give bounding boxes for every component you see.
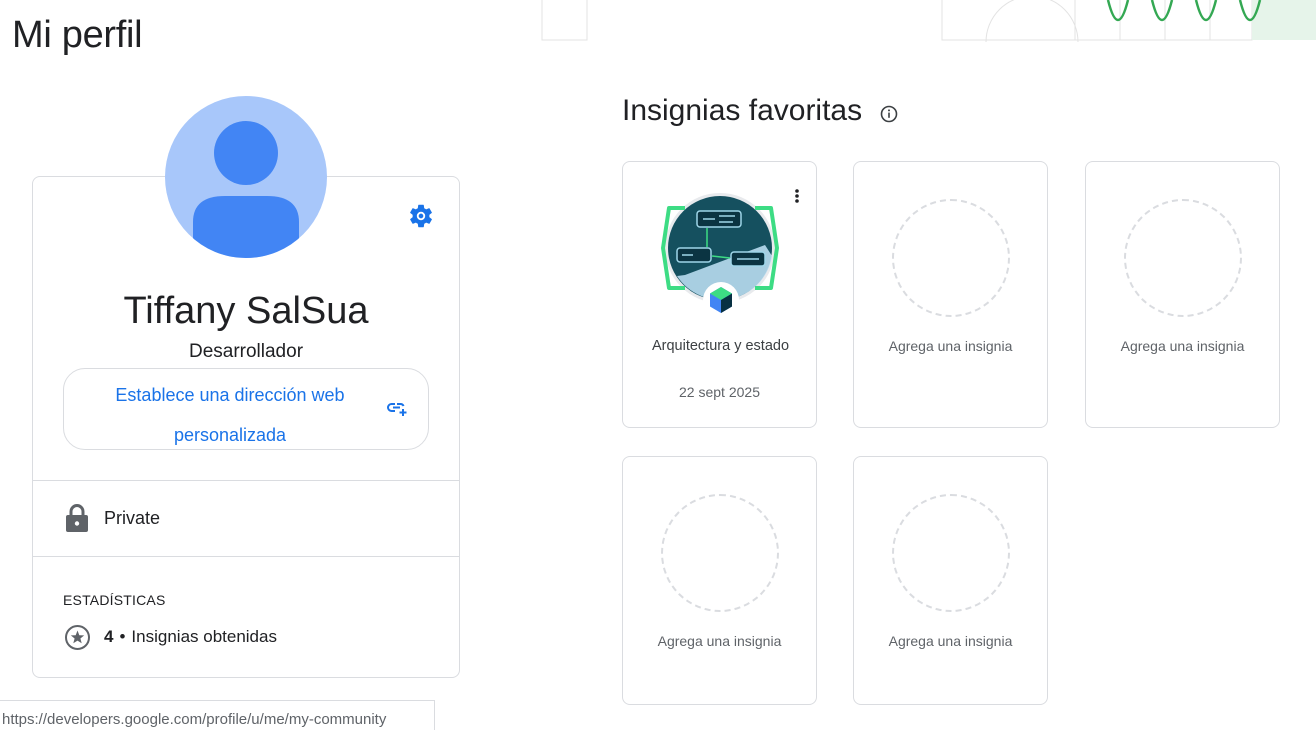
user-role: Desarrollador xyxy=(188,341,304,362)
status-bar-url: https://developers.google.com/profile/u/… xyxy=(0,700,435,730)
badges-stat: 4 • Insignias obtenidas xyxy=(64,623,277,651)
lock-icon xyxy=(66,504,88,532)
badges-label: Insignias obtenidas xyxy=(131,627,277,646)
user-name: Tiffany SalSua xyxy=(123,290,369,332)
empty-badge-placeholder xyxy=(661,494,779,612)
empty-badge-placeholder xyxy=(1124,199,1242,317)
separator: • xyxy=(119,627,126,646)
empty-badge-placeholder xyxy=(892,494,1010,612)
add-badge-slot[interactable]: Agrega una insignia xyxy=(853,456,1048,705)
star-circle-icon xyxy=(65,624,90,650)
more-vert-icon[interactable] xyxy=(789,186,805,206)
badge-card[interactable]: Arquitectura y estado 22 sept 2025 xyxy=(622,161,817,428)
empty-badge-placeholder xyxy=(892,199,1010,317)
privacy-row: Private xyxy=(64,503,160,533)
divider xyxy=(33,556,459,557)
divider xyxy=(33,480,459,481)
add-badge-slot[interactable]: Agrega una insignia xyxy=(1085,161,1280,428)
decorative-banner xyxy=(541,0,1316,42)
settings-button[interactable] xyxy=(405,200,437,232)
info-icon[interactable] xyxy=(880,105,898,123)
badge-date: 22 sept 2025 xyxy=(679,384,760,400)
custom-url-button[interactable]: Establece una dirección web personalizad… xyxy=(63,368,429,450)
add-link-icon xyxy=(387,403,407,416)
add-badge-slot[interactable]: Agrega una insignia xyxy=(622,456,817,705)
badges-count: 4 xyxy=(104,627,114,646)
badge-image xyxy=(661,193,779,318)
add-badge-label: Agrega una insignia xyxy=(888,338,1013,354)
page-title: Mi perfil xyxy=(12,14,143,56)
add-badge-label: Agrega una insignia xyxy=(888,633,1013,649)
custom-url-label: Establece una dirección web personalizad… xyxy=(115,385,345,445)
badge-name: Arquitectura y estado xyxy=(651,338,790,354)
add-badge-label: Agrega una insignia xyxy=(657,633,782,649)
stats-title: ESTADÍSTICAS xyxy=(63,592,166,608)
privacy-label: Private xyxy=(104,507,161,528)
avatar xyxy=(165,96,327,258)
section-title: Insignias favoritas xyxy=(622,94,863,127)
add-badge-label: Agrega una insignia xyxy=(1120,338,1245,354)
gear-icon xyxy=(410,204,432,228)
add-badge-slot[interactable]: Agrega una insignia xyxy=(853,161,1048,428)
